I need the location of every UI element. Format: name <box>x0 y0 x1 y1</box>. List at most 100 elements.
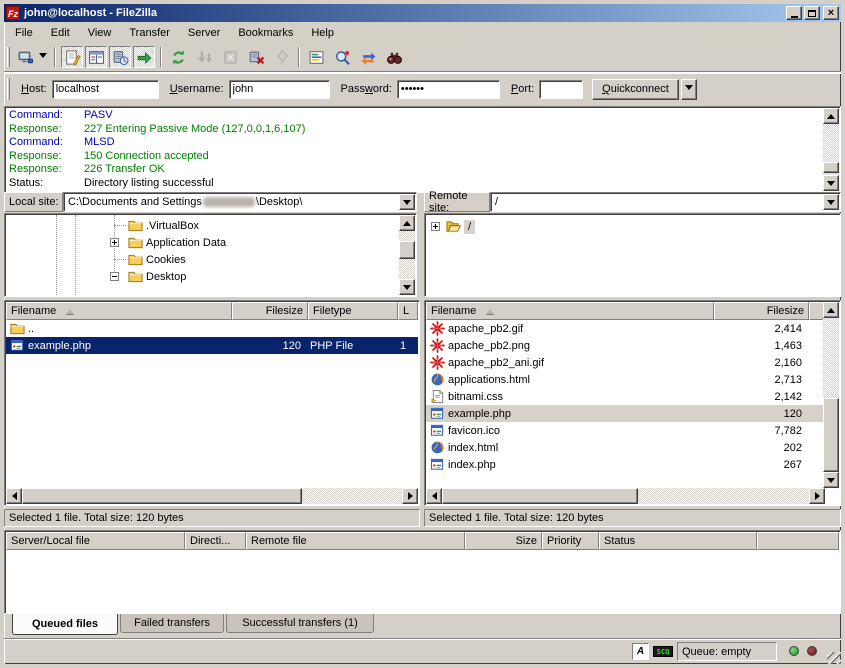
filter-button[interactable] <box>305 46 327 68</box>
scroll-up-button[interactable] <box>823 108 839 124</box>
disconnect-button[interactable] <box>245 46 267 68</box>
scroll-down-button[interactable] <box>823 175 839 191</box>
file-row-selected[interactable]: example.php 120 PHP File 1 <box>6 337 418 354</box>
local-site-combo[interactable]: C:\Documents and Settings\Desktop\ <box>63 192 417 212</box>
title-bar[interactable]: Fz john@localhost - FileZilla × <box>4 4 841 22</box>
app-icon[interactable]: Fz <box>6 6 20 20</box>
tree-item[interactable]: Cookies <box>6 251 399 268</box>
column-header-remote-file[interactable]: Remote file <box>246 532 465 550</box>
remote-site-combo[interactable]: / <box>490 192 841 212</box>
tab-successful-transfers[interactable]: Successful transfers (1) <box>226 614 374 633</box>
disconnect-icon <box>248 49 265 66</box>
column-header-filename[interactable]: Filename <box>426 302 714 320</box>
maximize-button[interactable] <box>804 6 820 20</box>
toolbar-separator <box>54 47 56 67</box>
tree-item[interactable]: / <box>426 218 839 235</box>
password-input[interactable] <box>397 80 500 99</box>
scrollbar-thumb[interactable] <box>22 488 302 504</box>
column-header-filesize[interactable]: Filesize <box>714 302 809 320</box>
scrollbar-thumb[interactable] <box>823 162 839 173</box>
scroll-down-button[interactable] <box>823 472 839 488</box>
close-button[interactable]: × <box>823 6 839 20</box>
column-header-priority[interactable]: Priority <box>542 532 599 550</box>
menu-bookmarks[interactable]: Bookmarks <box>229 24 302 42</box>
scroll-down-button[interactable] <box>399 279 415 295</box>
column-header-filesize[interactable]: Filesize <box>232 302 308 320</box>
vertical-splitter[interactable] <box>417 192 424 527</box>
local-horizontal-scrollbar[interactable] <box>6 488 418 504</box>
find-button[interactable] <box>383 46 405 68</box>
local-tree-scrollbar[interactable] <box>399 215 415 295</box>
scrollbar-thumb[interactable] <box>442 488 638 504</box>
expand-icon[interactable] <box>431 222 440 231</box>
transfer-type-indicator-icon[interactable]: A <box>632 643 649 660</box>
scrollbar-thumb[interactable] <box>823 398 839 472</box>
refresh-button[interactable] <box>167 46 189 68</box>
menu-help[interactable]: Help <box>302 24 343 42</box>
tab-failed-transfers[interactable]: Failed transfers <box>120 614 224 633</box>
scroll-left-button[interactable] <box>6 488 22 504</box>
scroll-left-button[interactable] <box>426 488 442 504</box>
quickconnect-grip[interactable] <box>7 78 10 100</box>
file-row[interactable]: favicon.ico7,782 <box>426 422 825 439</box>
expand-icon[interactable] <box>110 238 119 247</box>
host-input[interactable] <box>52 80 159 99</box>
column-header-filename[interactable]: Filename <box>6 302 232 320</box>
remote-horizontal-scrollbar[interactable] <box>426 488 825 504</box>
file-row[interactable]: index.html202 <box>426 439 825 456</box>
menu-edit[interactable]: Edit <box>42 24 79 42</box>
encryption-indicator-icon[interactable]: SCQ <box>653 646 673 657</box>
file-row[interactable]: apache_pb2_ani.gif2,160 <box>426 354 825 371</box>
toggle-local-tree-button[interactable] <box>85 46 107 68</box>
horizontal-splitter[interactable] <box>4 297 841 300</box>
local-site-dropdown-button[interactable] <box>399 194 415 210</box>
site-manager-dropdown-button[interactable] <box>36 47 49 67</box>
toolbar-grip[interactable] <box>7 47 10 67</box>
file-row[interactable]: apache_pb2.png1,463 <box>426 337 825 354</box>
scroll-up-button[interactable] <box>823 302 839 318</box>
tree-item[interactable]: .VirtualBox <box>6 217 399 234</box>
toggle-log-button[interactable] <box>61 46 83 68</box>
scrollbar-thumb[interactable] <box>399 241 415 259</box>
menu-transfer[interactable]: Transfer <box>120 24 179 42</box>
resize-grip[interactable] <box>827 652 841 666</box>
log-scrollbar[interactable] <box>823 108 839 191</box>
column-header-lastmodified[interactable]: L <box>398 302 418 320</box>
remote-site-dropdown-button[interactable] <box>823 194 839 210</box>
file-row[interactable]: apache_pb2.gif2,414 <box>426 320 825 337</box>
file-row[interactable]: index.php267 <box>426 456 825 473</box>
scroll-up-button[interactable] <box>399 215 415 231</box>
quickconnect-button[interactable]: Quickconnect <box>592 79 679 100</box>
site-manager-button[interactable] <box>14 46 36 68</box>
tab-queued-files[interactable]: Queued files <box>12 614 118 635</box>
toggle-remote-tree-button[interactable] <box>109 46 131 68</box>
reconnect-button[interactable] <box>271 46 293 68</box>
file-row-selected[interactable]: example.php120 <box>426 405 825 422</box>
username-input[interactable] <box>229 80 330 99</box>
remote-vertical-scrollbar[interactable] <box>823 302 839 488</box>
minimize-button[interactable] <box>786 6 802 20</box>
menu-server[interactable]: Server <box>179 24 229 42</box>
column-header-filetype[interactable]: Filetype <box>308 302 398 320</box>
tree-item[interactable]: Desktop <box>6 268 399 285</box>
tree-item[interactable]: Application Data <box>6 234 399 251</box>
toggle-queue-button[interactable] <box>133 46 155 68</box>
sync-browsing-button[interactable] <box>357 46 379 68</box>
file-row[interactable]: bitnami.css2,142 <box>426 388 825 405</box>
scroll-right-button[interactable] <box>809 488 825 504</box>
cancel-button[interactable] <box>219 46 241 68</box>
menu-file[interactable]: File <box>6 24 42 42</box>
column-header-server-local-file[interactable]: Server/Local file <box>6 532 185 550</box>
column-header-direction[interactable]: Directi... <box>185 532 246 550</box>
menu-view[interactable]: View <box>79 24 121 42</box>
column-header-status[interactable]: Status <box>599 532 757 550</box>
process-queue-button[interactable] <box>193 46 215 68</box>
file-row[interactable]: applications.html2,713 <box>426 371 825 388</box>
compare-button[interactable] <box>331 46 353 68</box>
column-header-size[interactable]: Size <box>465 532 542 550</box>
file-row[interactable]: .. <box>6 320 418 337</box>
quickconnect-dropdown-button[interactable] <box>681 79 697 100</box>
collapse-icon[interactable] <box>110 272 119 281</box>
port-input[interactable] <box>539 80 583 99</box>
scroll-right-button[interactable] <box>402 488 418 504</box>
